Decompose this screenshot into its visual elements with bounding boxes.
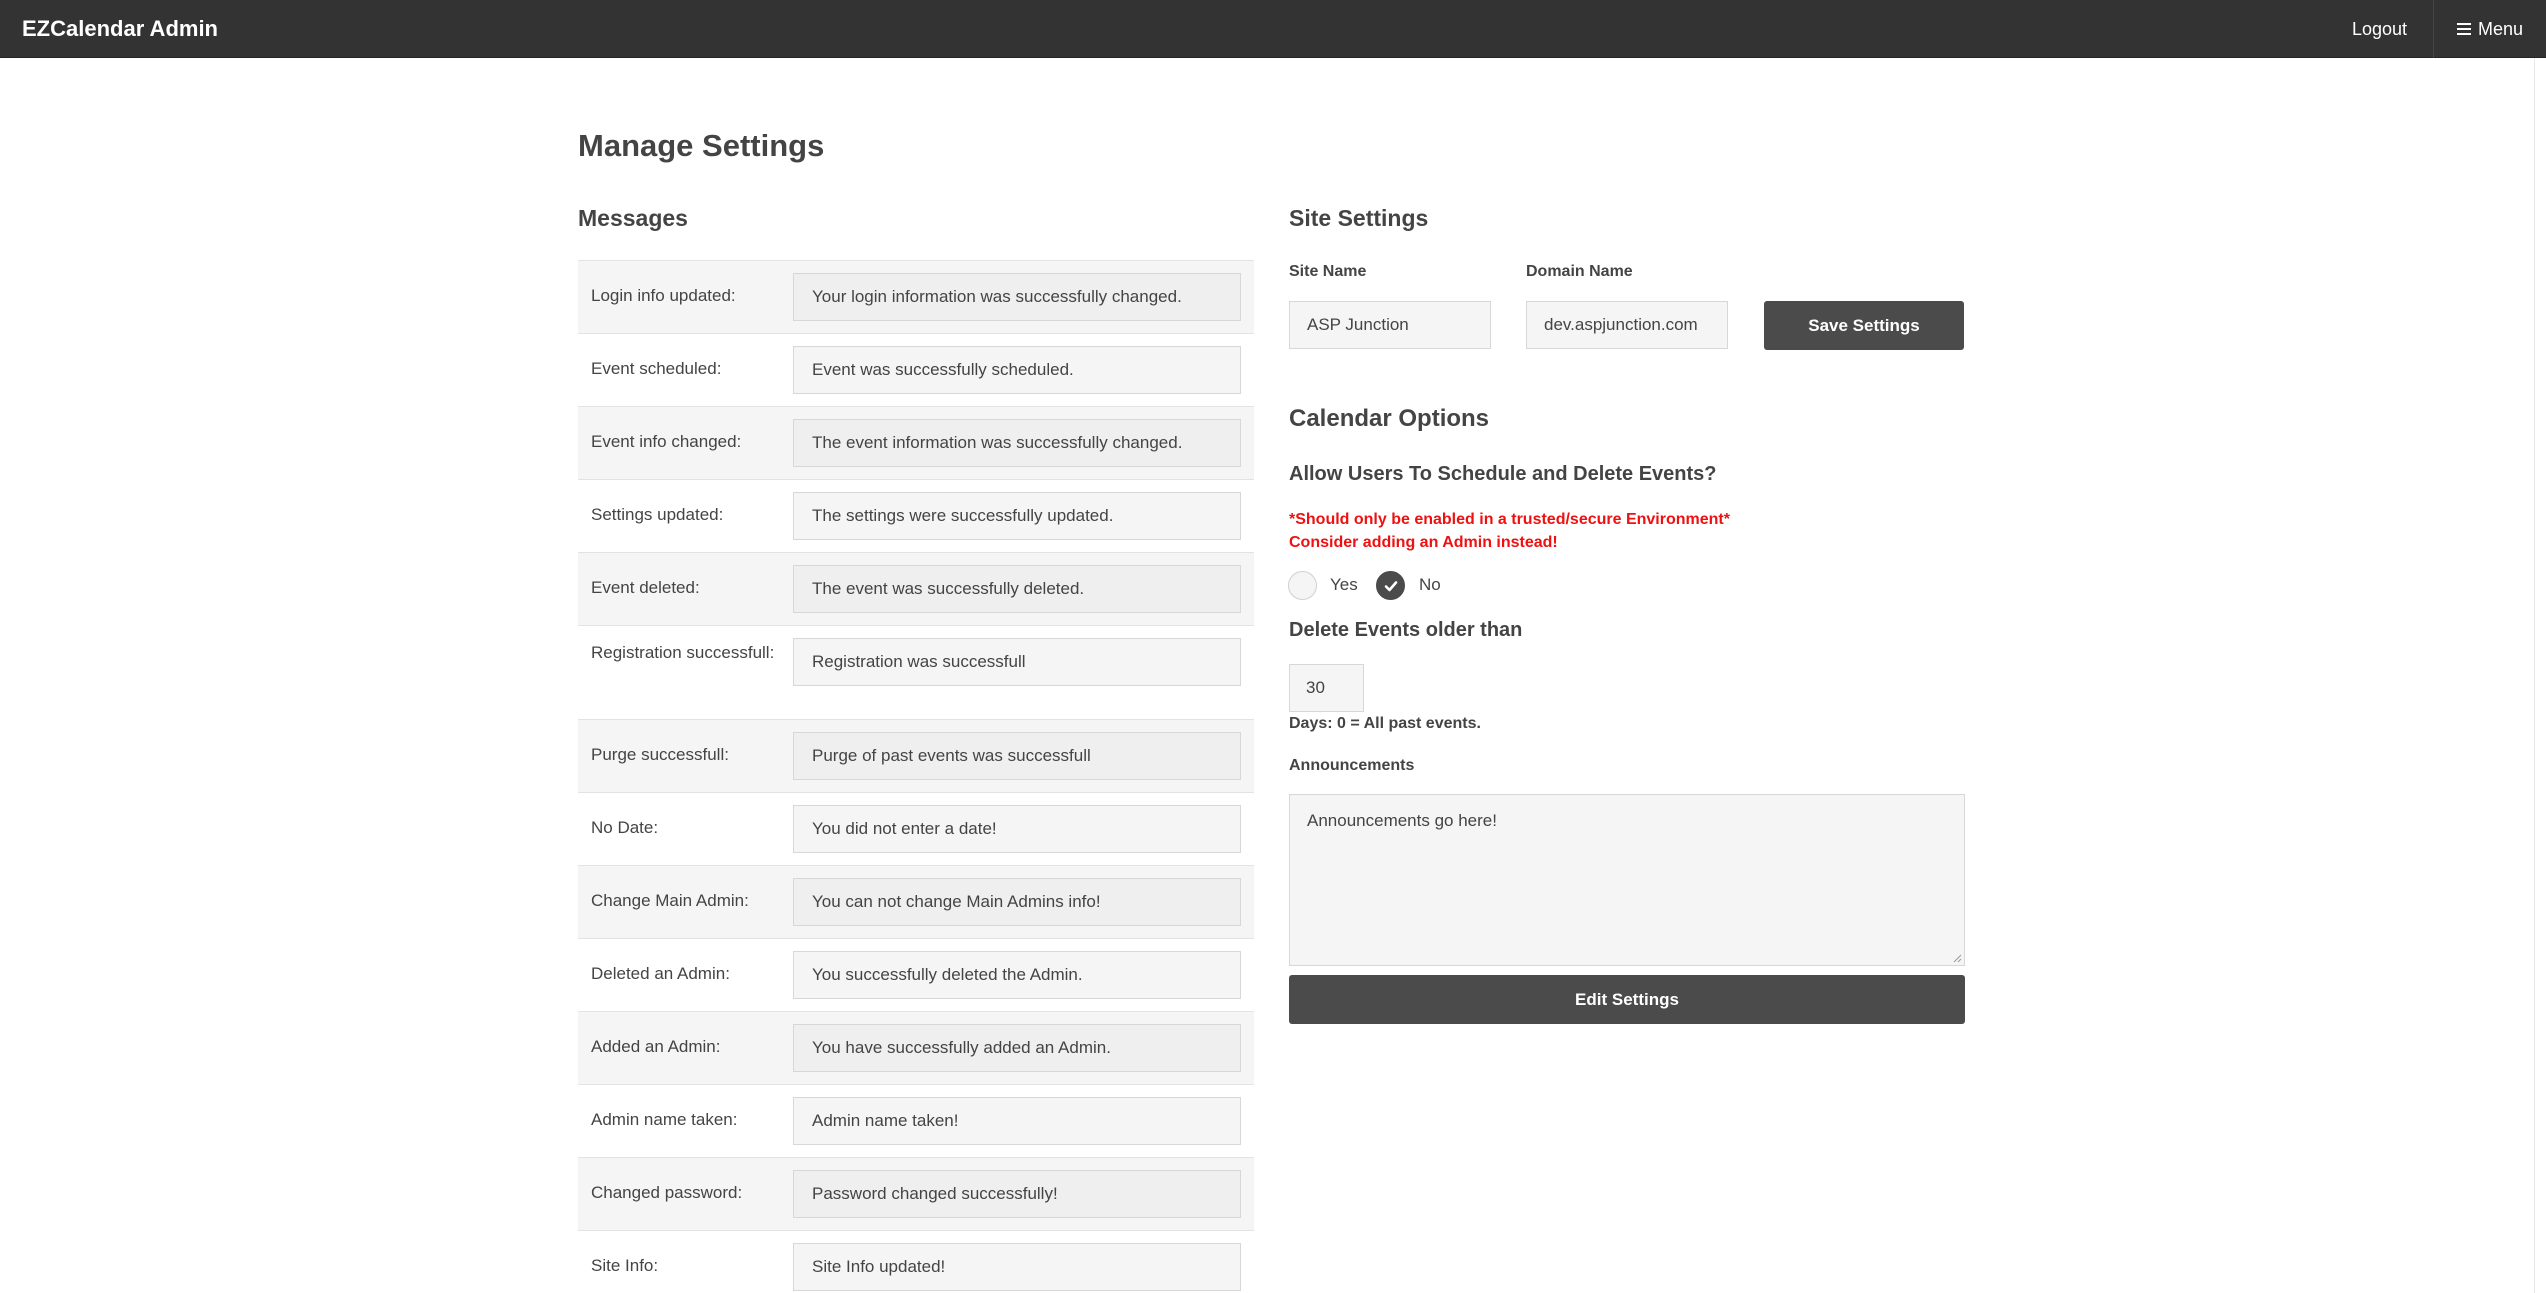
warning-line-2: Consider adding an Admin instead! [1289,534,1558,551]
message-label: Event scheduled: [591,359,722,378]
domain-name-label: Domain Name [1526,263,1633,280]
message-row-settings-updated: Settings updated: The settings were succ… [578,480,1254,553]
message-input[interactable]: Purge of past events was successfull [793,732,1241,780]
message-row-event-scheduled: Event scheduled: Event was successfully … [578,334,1254,407]
top-navbar: EZCalendar Admin Logout Menu [0,0,2546,58]
menu-button[interactable]: Menu [2433,0,2546,58]
message-input[interactable]: Password changed successfully! [793,1170,1241,1218]
site-name-label: Site Name [1289,263,1367,280]
messages-table: Login info updated: Your login informati… [578,260,1254,1293]
message-label: Event info changed: [591,432,742,451]
message-input[interactable]: The event was successfully deleted. [793,565,1241,613]
message-input[interactable]: The settings were successfully updated. [793,492,1241,540]
message-row-admin-name-taken: Admin name taken: Admin name taken! [578,1085,1254,1158]
edit-settings-button[interactable]: Edit Settings [1289,975,1965,1024]
yes-radio[interactable] [1288,571,1317,600]
calendar-options-title: Calendar Options [1289,405,1490,432]
hamburger-icon [2456,20,2471,38]
message-label: Event deleted: [591,578,700,597]
logout-link[interactable]: Logout [2352,19,2407,40]
message-label: No Date: [591,818,659,837]
site-name-input[interactable]: ASP Junction [1289,301,1491,349]
message-row-registration: Registration successfull: Registration w… [578,626,1254,720]
message-row-added-admin: Added an Admin: You have successfully ad… [578,1012,1254,1085]
message-input[interactable]: Site Info updated! [793,1243,1241,1291]
delete-events-label: Delete Events older than [1289,619,1523,641]
message-label: Changed password: [591,1183,743,1202]
page-scrollbar[interactable] [2534,58,2546,1293]
warning-line-1: *Should only be enabled in a trusted/sec… [1289,511,1730,528]
no-radio[interactable] [1376,571,1405,600]
brand-logo-text[interactable]: EZCalendar Admin [22,16,218,42]
message-label: Added an Admin: [591,1037,721,1056]
message-row-event-deleted: Event deleted: The event was successfull… [578,553,1254,626]
message-input[interactable]: Registration was successfull [793,638,1241,686]
message-row-purge: Purge successfull: Purge of past events … [578,720,1254,793]
message-input[interactable]: Admin name taken! [793,1097,1241,1145]
announcements-textarea[interactable]: Announcements go here! [1289,794,1965,966]
delete-days-input[interactable]: 30 [1289,664,1364,712]
menu-label: Menu [2477,18,2524,39]
message-label: Change Main Admin: [591,891,749,910]
message-row-event-info-changed: Event info changed: The event informatio… [578,407,1254,480]
checkmark-icon [1384,580,1397,591]
yes-label: Yes [1330,575,1358,594]
messages-title: Messages [578,205,688,231]
no-label: No [1419,575,1441,594]
message-label: Purge successfull: [591,745,729,764]
message-input[interactable]: The event information was successfully c… [793,419,1241,467]
message-row-login-info: Login info updated: Your login informati… [578,261,1254,334]
save-settings-button[interactable]: Save Settings [1764,301,1964,350]
message-input[interactable]: You did not enter a date! [793,805,1241,853]
days-hint: Days: 0 = All past events. [1289,715,1481,732]
message-row-deleted-admin: Deleted an Admin: You successfully delet… [578,939,1254,1012]
message-input[interactable]: Event was successfully scheduled. [793,346,1241,394]
message-input[interactable]: You have successfully added an Admin. [793,1024,1241,1072]
announcements-text: Announcements go here! [1307,811,1497,830]
message-label: Settings updated: [591,505,724,524]
message-label: Login info updated: [591,286,736,305]
message-row-changed-password: Changed password: Password changed succe… [578,1158,1254,1231]
message-row-no-date: No Date: You did not enter a date! [578,793,1254,866]
site-settings-title: Site Settings [1289,205,1429,231]
message-label: Site Info: [591,1256,659,1275]
message-input[interactable]: Your login information was successfully … [793,273,1241,321]
page-title: Manage Settings [578,128,825,163]
message-row-site-info: Site Info: Site Info updated! [578,1231,1254,1293]
message-label: Deleted an Admin: [591,964,730,983]
allow-users-question: Allow Users To Schedule and Delete Event… [1289,463,1717,485]
resize-grip-icon[interactable] [1952,953,1962,963]
domain-name-input[interactable]: dev.aspjunction.com [1526,301,1728,349]
message-label: Admin name taken: [591,1110,738,1129]
message-input[interactable]: You can not change Main Admins info! [793,878,1241,926]
message-label: Registration successfull: [591,643,775,662]
announcements-label: Announcements [1289,757,1415,774]
message-row-change-main-admin: Change Main Admin: You can not change Ma… [578,866,1254,939]
message-input[interactable]: You successfully deleted the Admin. [793,951,1241,999]
